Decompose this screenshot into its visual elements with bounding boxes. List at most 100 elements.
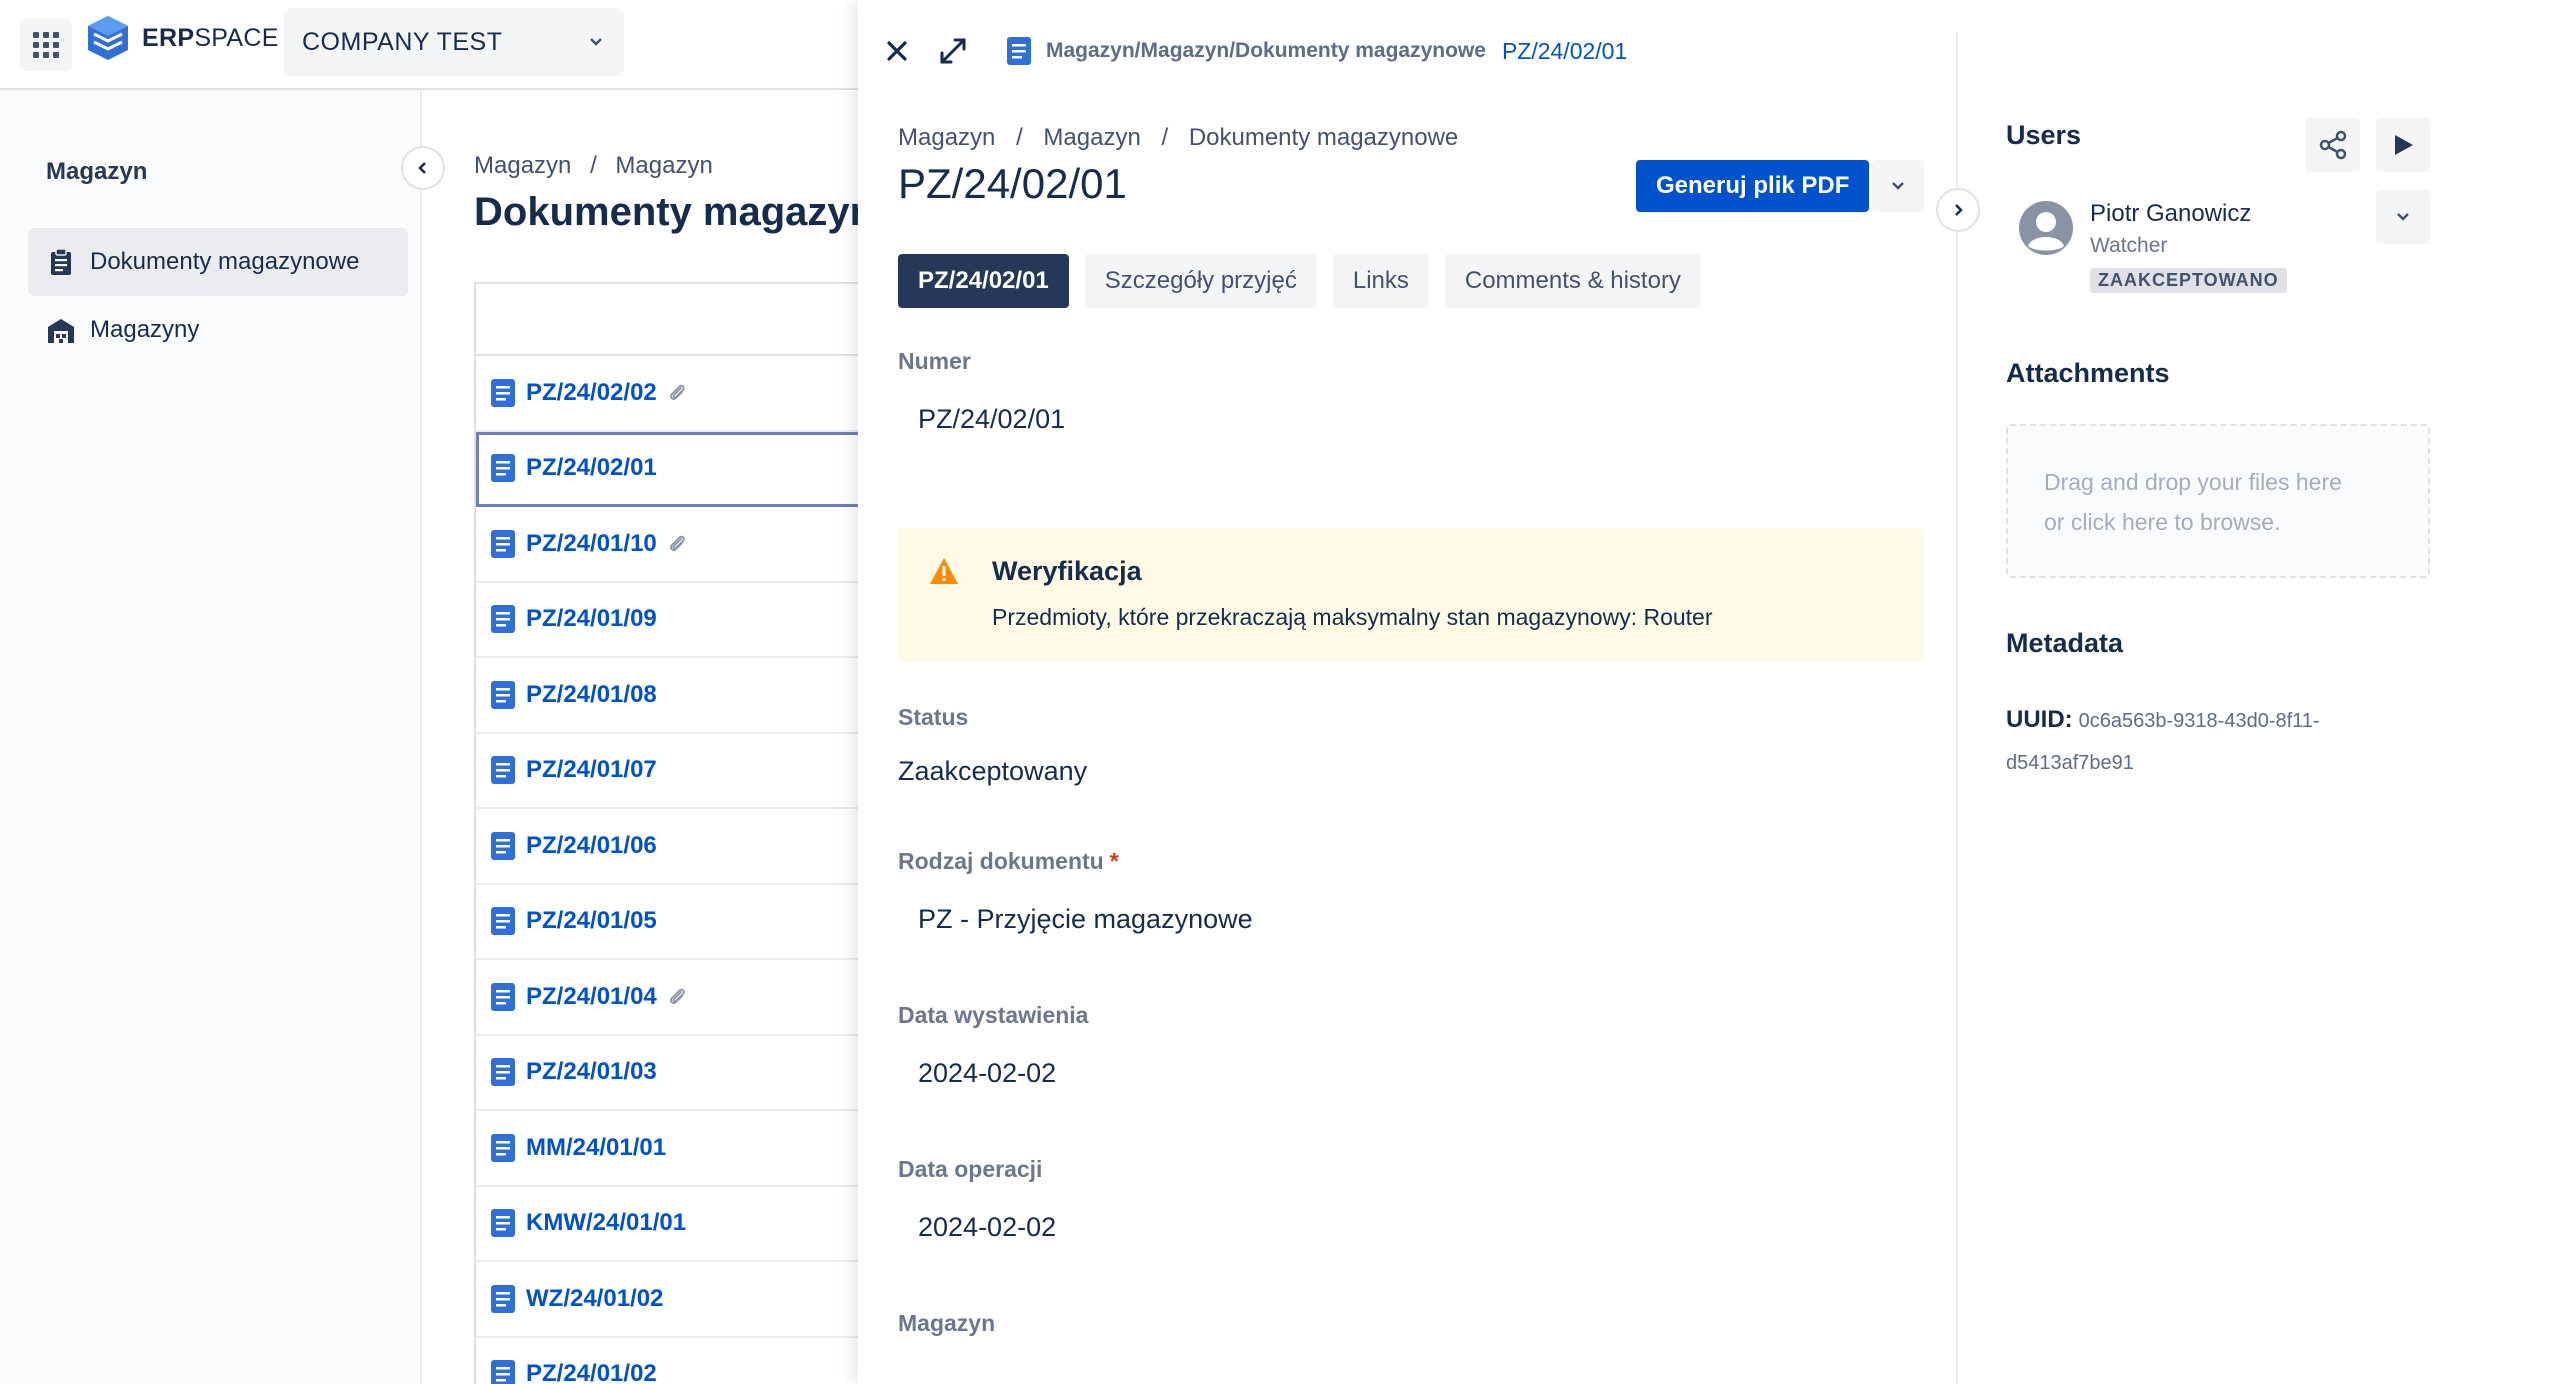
tab-document[interactable]: PZ/24/02/01 — [898, 254, 1069, 308]
tab-comments-history[interactable]: Comments & history — [1444, 254, 1701, 308]
share-button[interactable] — [2306, 118, 2360, 172]
company-select[interactable]: COMPANY TEST — [284, 8, 624, 76]
paperclip-icon — [669, 384, 685, 400]
document-icon — [491, 982, 515, 1011]
generate-pdf-button[interactable]: Generuj plik PDF — [1636, 160, 1870, 212]
user-options-button[interactable] — [2376, 190, 2430, 244]
right-column-toggle-button[interactable] — [1936, 188, 1980, 232]
app-switcher-button[interactable] — [20, 19, 72, 71]
panel-breadcrumb: Magazyn / Magazyn / Dokumenty magazynowe — [898, 124, 1459, 151]
table-row[interactable]: MM/24/01/01 — [476, 1111, 872, 1187]
expand-icon — [940, 38, 966, 64]
data-operacji-field[interactable]: 2024-02-02 — [918, 1212, 1056, 1243]
run-workflow-button[interactable] — [2376, 118, 2430, 172]
table-row[interactable]: PZ/24/01/04 — [476, 960, 872, 1036]
document-link[interactable]: PZ/24/01/05 — [526, 907, 657, 935]
sidebar-item-label: Dokumenty magazynowe — [90, 248, 360, 275]
document-link[interactable]: PZ/24/01/07 — [526, 756, 657, 784]
document-icon — [491, 831, 515, 860]
document-link[interactable]: WZ/24/01/02 — [526, 1285, 663, 1313]
table-row[interactable]: PZ/24/01/03 — [476, 1036, 872, 1111]
close-icon — [887, 41, 907, 61]
sidebar-item-magazyny[interactable]: Magazyny — [28, 296, 408, 364]
document-icon — [491, 1284, 515, 1313]
paperclip-icon — [669, 535, 685, 551]
grid-icon — [33, 32, 59, 58]
document-link[interactable]: PZ/24/01/09 — [526, 605, 657, 633]
data-wystawienia-field[interactable]: 2024-02-02 — [918, 1058, 1056, 1089]
breadcrumb-link[interactable]: Dokumenty magazynowe — [1189, 124, 1458, 151]
sidebar-title: Magazyn — [46, 158, 148, 185]
table-row[interactable]: PZ/24/01/10 — [476, 507, 872, 583]
document-icon — [491, 378, 515, 407]
document-icon — [1007, 37, 1031, 65]
status-label: Status — [898, 704, 969, 730]
document-link[interactable]: KMW/24/01/01 — [526, 1209, 686, 1237]
share-icon — [2319, 130, 2347, 160]
numer-field[interactable]: PZ/24/02/01 — [918, 404, 1065, 435]
document-link[interactable]: MM/24/01/01 — [526, 1134, 666, 1162]
document-link[interactable]: PZ/24/01/04 — [526, 983, 657, 1011]
document-title: PZ/24/02/01 — [898, 160, 1127, 207]
tab-links[interactable]: Links — [1332, 254, 1429, 308]
status-field[interactable]: Zaakceptowany — [898, 756, 1087, 787]
document-link[interactable]: PZ/24/01/08 — [526, 681, 657, 709]
table-row[interactable]: PZ/24/02/01 — [476, 431, 872, 507]
breadcrumb-link[interactable]: Magazyn — [898, 124, 995, 151]
document-link[interactable]: PZ/24/02/01 — [526, 454, 657, 482]
dropzone-text: Drag and drop your files here — [2044, 469, 2342, 495]
document-icon — [491, 605, 515, 634]
table-row[interactable]: PZ/24/02/02 — [476, 356, 872, 432]
document-icon — [491, 1360, 515, 1384]
panel-current-document[interactable]: PZ/24/02/01 — [1502, 38, 1627, 65]
erpspace-logo-icon — [88, 16, 128, 60]
company-name: COMPANY TEST — [302, 27, 503, 56]
play-icon — [2395, 135, 2413, 155]
document-detail-panel: Magazyn/Magazyn/Dokumenty magazynowe PZ/… — [858, 0, 2558, 1384]
close-button[interactable] — [884, 38, 910, 64]
attachments-dropzone[interactable]: Drag and drop your files here or click h… — [2006, 424, 2430, 578]
rodzaj-dokumentu-field[interactable]: PZ - Przyjęcie magazynowe — [918, 904, 1253, 935]
chevron-down-icon — [1892, 182, 1904, 190]
data-operacji-label: Data operacji — [898, 1156, 1043, 1182]
breadcrumb-link[interactable]: Magazyn — [1043, 124, 1140, 151]
status-badge: ZAAKCEPTOWANO — [2090, 268, 2287, 293]
table-row[interactable]: WZ/24/01/02 — [476, 1262, 872, 1338]
uuid-label: UUID: — [2006, 706, 2073, 733]
sidebar-collapse-button[interactable] — [401, 146, 445, 190]
breadcrumb-link[interactable]: Magazyn — [615, 152, 712, 179]
document-link[interactable]: PZ/24/01/06 — [526, 832, 657, 860]
table-row[interactable]: KMW/24/01/01 — [476, 1187, 872, 1262]
chevron-down-icon — [590, 38, 602, 46]
breadcrumb-link[interactable]: Magazyn — [474, 152, 571, 179]
dropzone-text: or click here to browse. — [2044, 509, 2281, 535]
table-row[interactable]: PZ/24/01/06 — [476, 809, 872, 885]
document-link[interactable]: PZ/24/01/03 — [526, 1058, 657, 1086]
uuid-row: UUID: 0c6a563b-9318-43d0-8f11-d5413af7be9… — [2006, 700, 2426, 785]
document-icon — [491, 454, 515, 483]
document-icon — [491, 680, 515, 709]
tab-szczegoly-przyjec[interactable]: Szczegóły przyjęć — [1084, 254, 1317, 308]
clipboard-icon — [51, 248, 71, 275]
panel-path-text[interactable]: Magazyn/Magazyn/Dokumenty magazynowe — [1046, 39, 1486, 63]
table-row[interactable]: PZ/24/01/08 — [476, 658, 872, 734]
paperclip-icon — [669, 988, 685, 1004]
sidebar: Magazyn Dokumenty magazynowe Magazyny — [0, 90, 445, 1384]
document-link[interactable]: PZ/24/01/10 — [526, 530, 657, 558]
table-row[interactable]: PZ/24/01/07 — [476, 734, 872, 809]
table-row[interactable]: PZ/24/01/05 — [476, 885, 872, 960]
sidebar-item-dokumenty-magazynowe[interactable]: Dokumenty magazynowe — [28, 228, 408, 296]
pdf-options-button[interactable] — [1872, 160, 1924, 212]
chevron-right-icon — [1955, 204, 1963, 216]
brand-logo[interactable]: ERPSPACE — [86, 14, 279, 62]
document-icon — [491, 1209, 515, 1238]
metadata-title: Metadata — [2006, 628, 2124, 658]
sidebar-item-label: Magazyny — [90, 316, 200, 343]
table-row[interactable]: PZ/24/01/02 — [476, 1338, 872, 1384]
chevron-left-icon — [418, 162, 426, 174]
table-row[interactable]: PZ/24/01/09 — [476, 583, 872, 658]
expand-button[interactable] — [938, 36, 968, 66]
panel-divider — [1956, 32, 1958, 1384]
document-link[interactable]: PZ/24/01/02 — [526, 1360, 657, 1384]
document-link[interactable]: PZ/24/02/02 — [526, 379, 657, 407]
